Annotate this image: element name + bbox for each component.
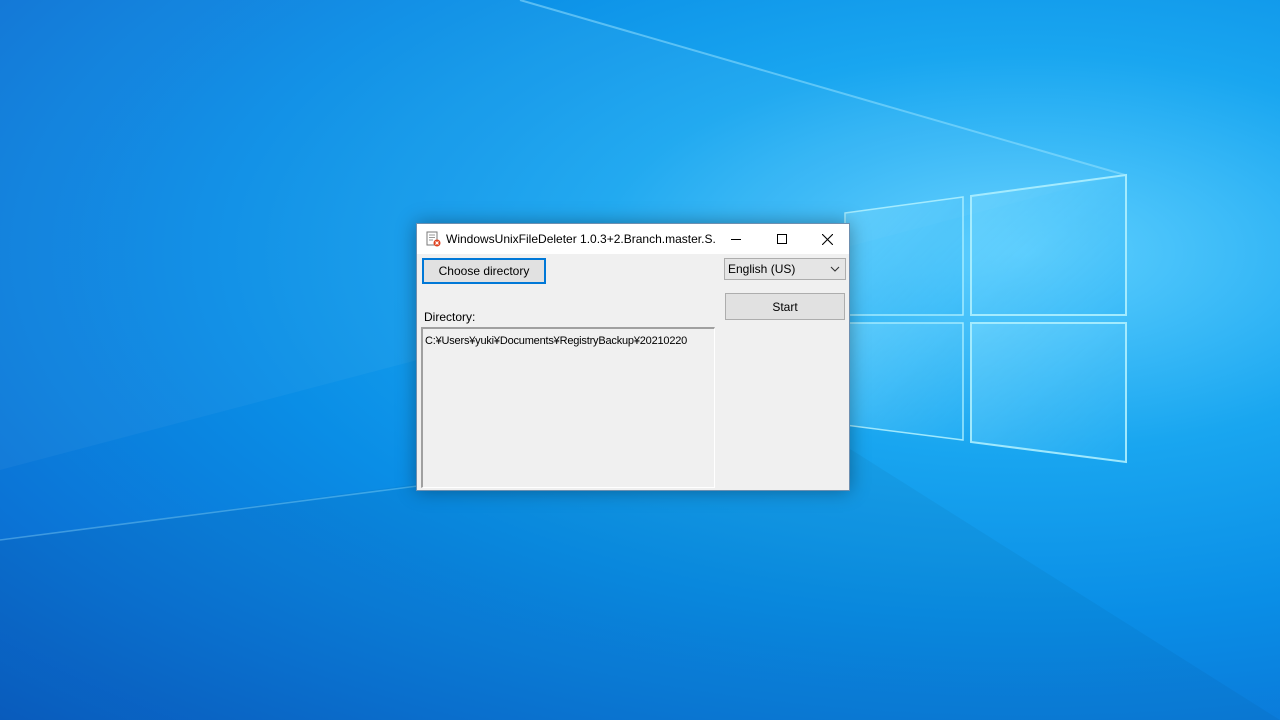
minimize-button[interactable] bbox=[713, 224, 759, 254]
directory-path: C:¥Users¥yuki¥Documents¥RegistryBackup¥2… bbox=[425, 335, 688, 347]
directory-label: Directory: bbox=[424, 310, 476, 324]
maximize-icon bbox=[777, 234, 787, 244]
start-button[interactable]: Start bbox=[725, 293, 845, 320]
choose-directory-button[interactable]: Choose directory bbox=[422, 258, 546, 284]
app-icon bbox=[426, 231, 441, 247]
close-icon bbox=[821, 233, 833, 245]
maximize-button[interactable] bbox=[759, 224, 805, 254]
title-bar[interactable]: WindowsUnixFileDeleter 1.0.3+2.Branch.ma… bbox=[417, 224, 849, 254]
chevron-down-icon bbox=[830, 266, 840, 272]
language-select-value: English (US) bbox=[728, 262, 796, 276]
close-button[interactable] bbox=[804, 224, 850, 254]
minimize-icon bbox=[731, 239, 741, 240]
app-window: WindowsUnixFileDeleter 1.0.3+2.Branch.ma… bbox=[416, 223, 850, 491]
directory-textbox[interactable]: C:¥Users¥yuki¥Documents¥RegistryBackup¥2… bbox=[421, 327, 715, 488]
language-select[interactable]: English (US) bbox=[724, 258, 846, 280]
window-title: WindowsUnixFileDeleter 1.0.3+2.Branch.ma… bbox=[446, 232, 716, 246]
